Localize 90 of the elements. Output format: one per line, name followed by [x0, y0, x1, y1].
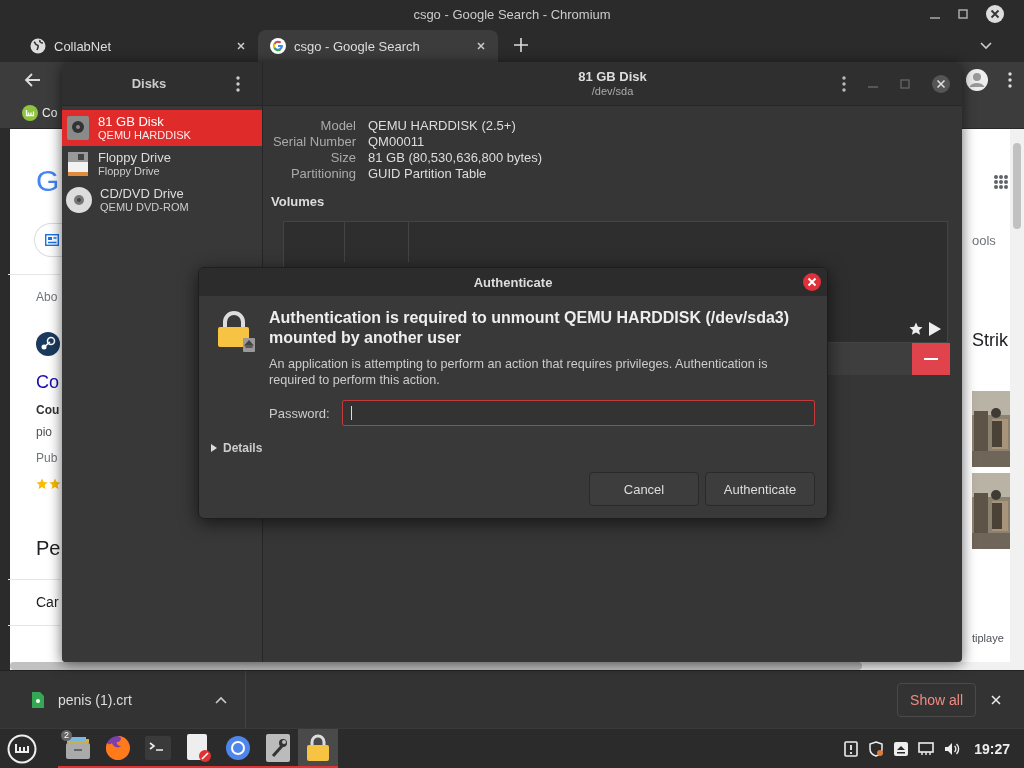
- property-label: Model: [319, 118, 356, 134]
- download-filename[interactable]: penis (1).crt: [58, 691, 201, 708]
- horizontal-scrollbar[interactable]: [10, 662, 1010, 670]
- browser-tab[interactable]: csgo - Google Search: [258, 30, 498, 62]
- browser-icon: [225, 734, 251, 761]
- drive-item[interactable]: CD/DVD Drive QEMU DVD-ROM: [62, 182, 262, 218]
- password-label: Password:: [269, 405, 330, 421]
- dialog-title: Authenticate: [472, 274, 554, 290]
- drive-item[interactable]: Floppy Drive Floppy Drive: [62, 146, 262, 182]
- eject-icon[interactable]: [894, 741, 909, 756]
- panel-title: Strik: [972, 329, 1008, 352]
- clock[interactable]: 19:27: [974, 740, 1010, 757]
- browser-tab[interactable]: CollabNet: [18, 30, 258, 62]
- section-heading: Pe: [36, 536, 61, 561]
- property-label: Size: [329, 150, 356, 166]
- result-snippet: Cou: [36, 402, 60, 418]
- close-icon[interactable]: [803, 273, 821, 291]
- expander-icon: [211, 444, 217, 452]
- news-icon: [45, 234, 59, 246]
- volumes-heading: Volumes: [271, 194, 325, 209]
- site-logo-icon: [36, 332, 60, 356]
- property-value: QM00011: [368, 134, 426, 150]
- globe-icon: [30, 38, 46, 54]
- property-label: Serial Number: [271, 134, 356, 150]
- caret-up-icon[interactable]: [215, 695, 227, 704]
- text-editor-icon: [185, 733, 211, 762]
- show-all-button[interactable]: Show all: [897, 682, 976, 717]
- disk-subtitle: /dev/sda: [590, 85, 635, 98]
- close-icon[interactable]: [932, 74, 950, 93]
- avatar-icon[interactable]: [966, 69, 988, 91]
- taskbar-app[interactable]: [298, 729, 338, 768]
- tab-label[interactable]: ools: [972, 233, 996, 249]
- folder-icon: [65, 734, 91, 761]
- result-snippet: pio: [36, 424, 52, 440]
- chevron-down-icon[interactable]: [980, 42, 992, 50]
- property-value: QEMU HARDDISK (2.5+): [368, 118, 517, 134]
- wrench-icon: [266, 733, 290, 762]
- details-expander[interactable]: Details: [211, 441, 263, 455]
- play-icon: [929, 322, 941, 336]
- optical-disc-icon: [66, 187, 92, 213]
- shield-icon[interactable]: [868, 740, 885, 757]
- window-title: csgo - Google Search - Chromium: [412, 6, 612, 22]
- result-link[interactable]: Co: [36, 370, 59, 394]
- details-label[interactable]: Details: [223, 441, 263, 455]
- apps-icon[interactable]: [994, 175, 1008, 189]
- authenticate-button[interactable]: Authenticate: [705, 472, 815, 506]
- drive-item[interactable]: 81 GB Disk QEMU HARDDISK: [62, 110, 262, 146]
- new-tab-icon[interactable]: [514, 38, 528, 52]
- property-value: GUID Partition Table: [368, 166, 488, 182]
- logo-text: G: [36, 165, 60, 197]
- menu-icon[interactable]: [842, 75, 846, 92]
- menu-icon[interactable]: [7, 733, 37, 764]
- g-logo-icon: [270, 38, 286, 54]
- menu-icon[interactable]: [1008, 72, 1012, 88]
- password-field[interactable]: [341, 400, 815, 426]
- result-meta: Pub: [36, 450, 58, 466]
- maximize-icon[interactable]: [958, 9, 968, 19]
- volume-icon[interactable]: [944, 741, 961, 756]
- menu-icon[interactable]: [236, 75, 240, 92]
- dialog-message: An application is attempting to perform an action that requires privileges. Authentication is required to perform this action.: [269, 356, 769, 388]
- remove-partition-button[interactable]: [912, 343, 950, 375]
- property-label: Partitioning: [289, 166, 356, 182]
- question-item[interactable]: Car: [36, 594, 60, 611]
- vertical-scrollbar[interactable]: [1010, 129, 1024, 670]
- update-icon[interactable]: [844, 740, 859, 757]
- sidebar-title: Disks: [130, 76, 168, 91]
- close-icon[interactable]: [986, 5, 1004, 23]
- lock-icon: [306, 733, 330, 762]
- close-icon[interactable]: [476, 41, 486, 51]
- minus-icon: [924, 358, 938, 360]
- star-icon: [909, 322, 923, 336]
- bookmark-link[interactable]: Co: [42, 106, 58, 120]
- file-icon: [32, 691, 44, 708]
- lock-icon: [217, 310, 255, 354]
- terminal-icon: [145, 735, 171, 760]
- count-badge: 2: [61, 730, 72, 741]
- dialog-heading: Authentication is required to unmount QEMU HARDDISK (/dev/sda3) mounted by another user: [269, 308, 791, 348]
- property-value: 81 GB (80,530,636,800 bytes): [368, 150, 544, 166]
- floppy-drive-icon: [66, 152, 90, 176]
- disk-title: 81 GB Disk: [577, 69, 648, 85]
- close-icon[interactable]: [236, 41, 246, 51]
- network-icon[interactable]: [918, 741, 935, 756]
- mint-logo-icon: [22, 105, 38, 121]
- back-icon[interactable]: [24, 73, 40, 87]
- section-label: Abo: [36, 289, 58, 305]
- cancel-button[interactable]: Cancel: [589, 472, 699, 506]
- browser-icon: [105, 734, 131, 761]
- stars-icon: [36, 478, 60, 489]
- caption-text: tiplaye: [972, 631, 1004, 645]
- taskbar-app[interactable]: 2: [58, 729, 98, 768]
